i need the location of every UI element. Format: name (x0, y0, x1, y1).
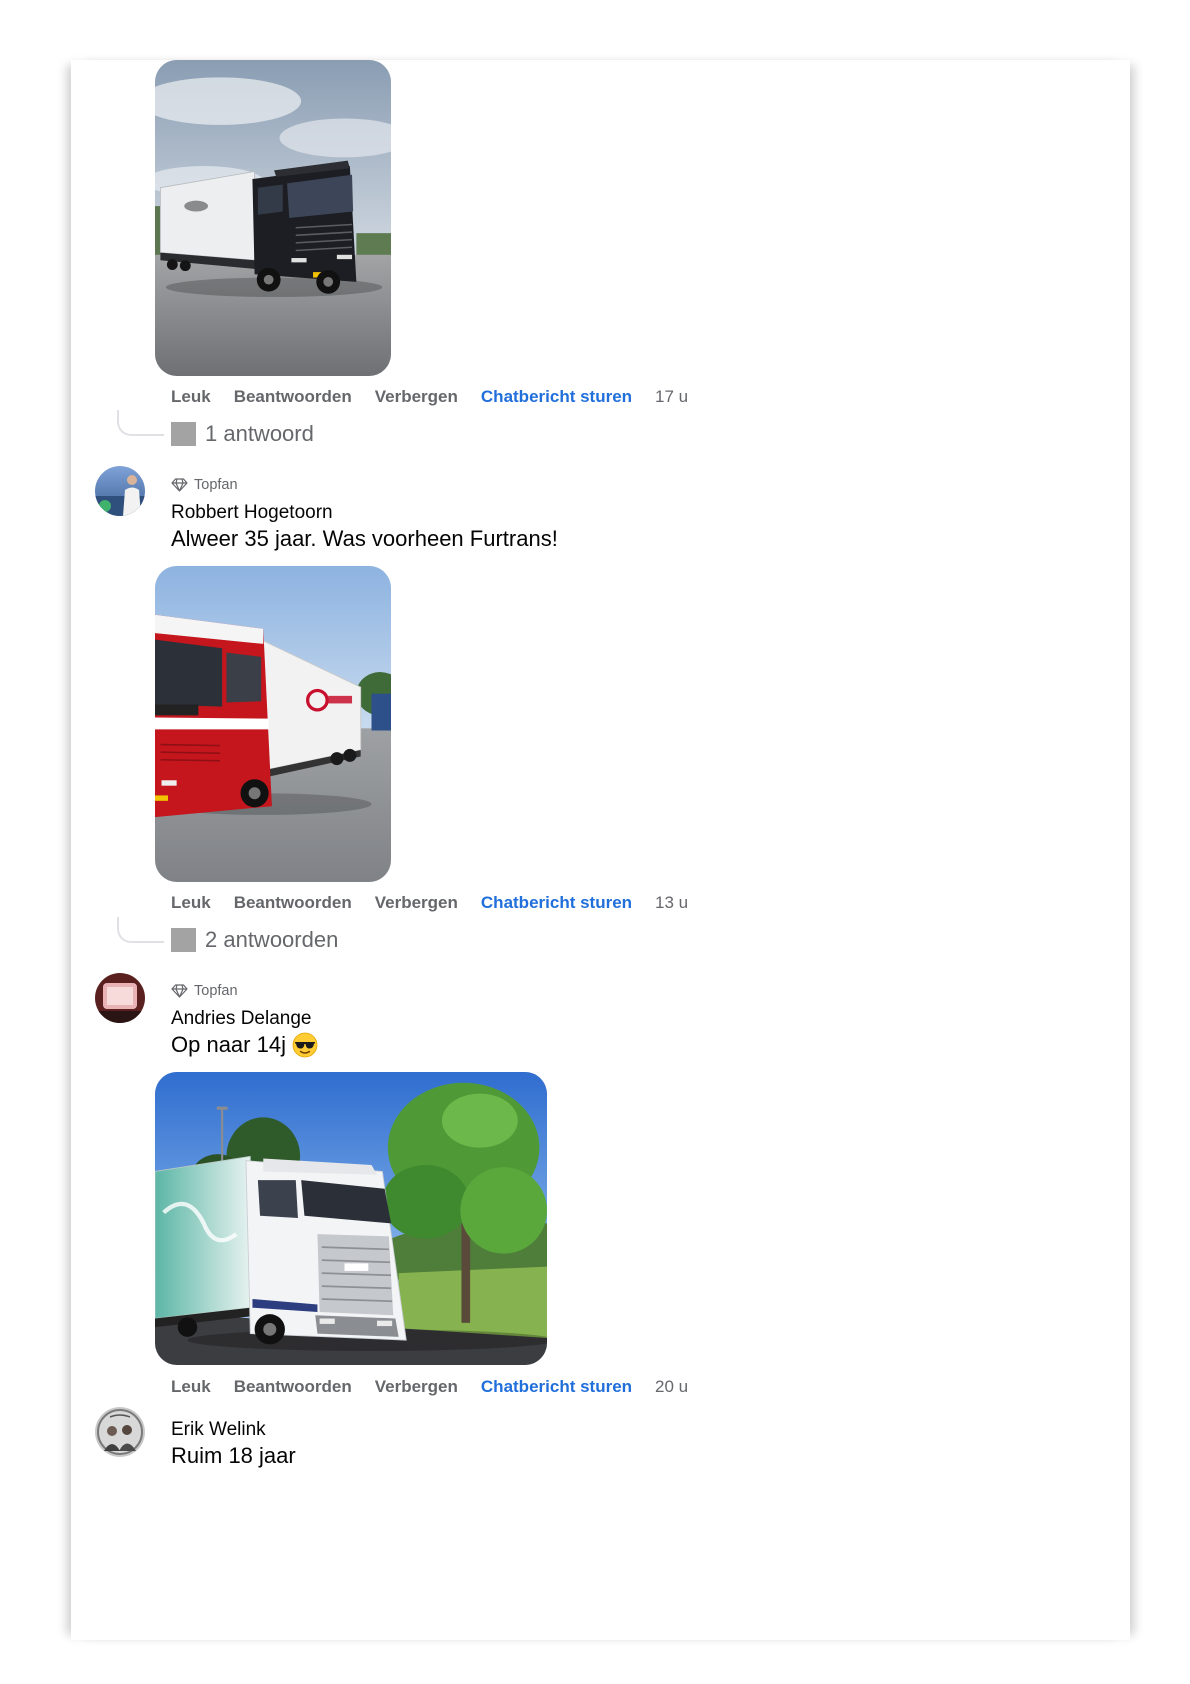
comment-text: Alweer 35 jaar. Was voorheen Furtrans! (171, 525, 558, 553)
avatar[interactable] (95, 973, 145, 1023)
reply-connector (117, 410, 164, 436)
reply-button[interactable]: Beantwoorden (234, 892, 352, 914)
badge-label: Topfan (194, 477, 238, 493)
send-message-button[interactable]: Chatbericht sturen (481, 386, 632, 408)
sunglasses-emoji-icon (292, 1032, 318, 1058)
view-replies-link[interactable]: 1 antwoord (205, 421, 314, 447)
diamond-icon (171, 478, 188, 492)
comment-photo[interactable] (155, 1072, 547, 1365)
topfan-badge: Topfan (171, 476, 238, 494)
reply-connector (117, 917, 164, 943)
replies-icon (171, 422, 196, 446)
topfan-badge: Topfan (171, 982, 238, 1000)
replies-icon (171, 928, 196, 952)
comment-text: Op naar 14j (171, 1031, 318, 1059)
comment-timestamp[interactable]: 13 u (655, 892, 688, 914)
hide-button[interactable]: Verbergen (375, 1376, 458, 1398)
comment-actions: Leuk Beantwoorden Verbergen Chatbericht … (171, 386, 688, 408)
diamond-icon (171, 984, 188, 998)
comment-text-body: Op naar 14j (171, 1032, 286, 1057)
comment-actions: Leuk Beantwoorden Verbergen Chatbericht … (171, 892, 688, 914)
send-message-button[interactable]: Chatbericht sturen (481, 1376, 632, 1398)
avatar[interactable] (95, 1407, 145, 1457)
comment-text: Ruim 18 jaar (171, 1442, 296, 1470)
comment-photo[interactable] (155, 60, 391, 376)
comment-text-body: Ruim 18 jaar (171, 1443, 296, 1468)
avatar[interactable] (95, 466, 145, 516)
hide-button[interactable]: Verbergen (375, 892, 458, 914)
comment-actions: Leuk Beantwoorden Verbergen Chatbericht … (171, 1376, 688, 1398)
comment-timestamp[interactable]: 17 u (655, 386, 688, 408)
like-button[interactable]: Leuk (171, 1376, 211, 1398)
author-name[interactable]: Robbert Hogetoorn (171, 501, 333, 525)
send-message-button[interactable]: Chatbericht sturen (481, 892, 632, 914)
reply-button[interactable]: Beantwoorden (234, 1376, 352, 1398)
reply-button[interactable]: Beantwoorden (234, 386, 352, 408)
author-name[interactable]: Erik Welink (171, 1418, 266, 1442)
like-button[interactable]: Leuk (171, 386, 211, 408)
like-button[interactable]: Leuk (171, 892, 211, 914)
page: Leuk Beantwoorden Verbergen Chatbericht … (0, 0, 1190, 1684)
badge-label: Topfan (194, 983, 238, 999)
comment-photo[interactable] (155, 566, 391, 882)
comment-timestamp[interactable]: 20 u (655, 1376, 688, 1398)
view-replies-link[interactable]: 2 antwoorden (205, 927, 338, 953)
author-name[interactable]: Andries Delange (171, 1007, 311, 1031)
comment-text-body: Alweer 35 jaar. Was voorheen Furtrans! (171, 526, 558, 551)
hide-button[interactable]: Verbergen (375, 386, 458, 408)
